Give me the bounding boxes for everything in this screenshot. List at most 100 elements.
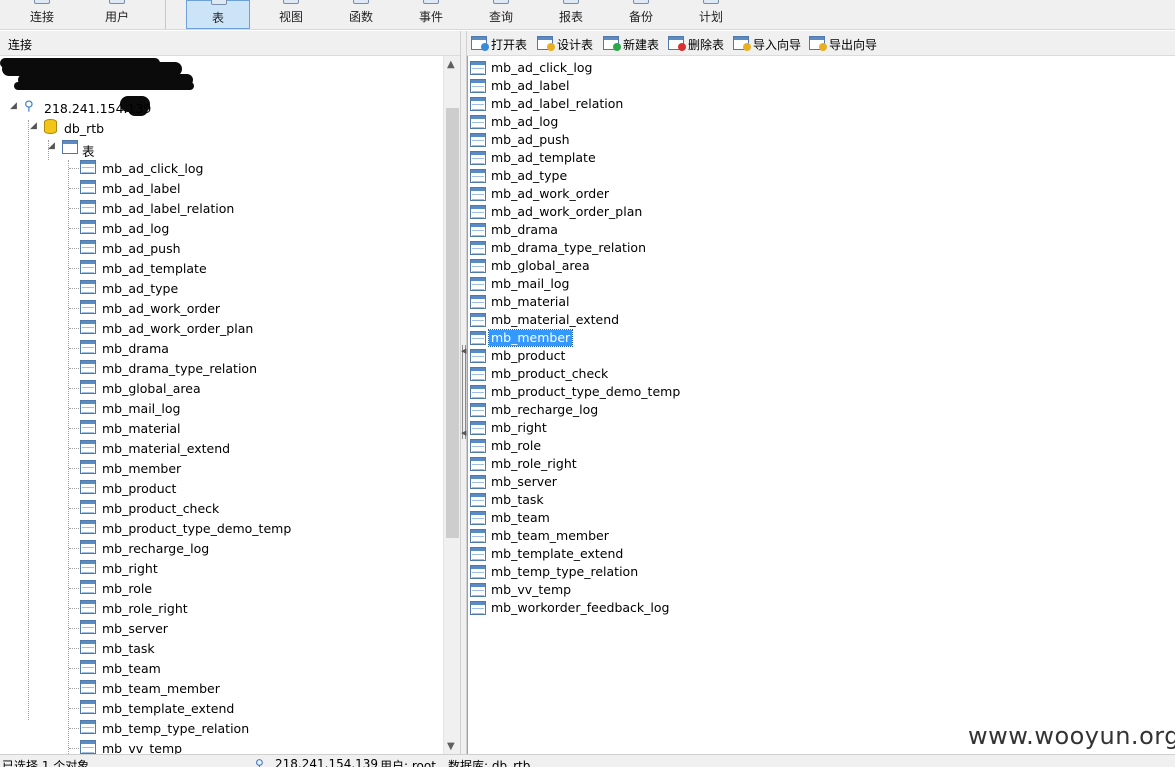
toolbar-button-label: 查询 [488,10,513,24]
tree-connector-line [69,168,79,169]
function-icon [353,0,369,4]
badge-icon [819,43,827,51]
tree-item-label: mb_ad_push [102,241,181,256]
table-icon [470,349,486,363]
splitter-grip[interactable] [462,345,466,439]
tree-item-label: mb_ad_label [102,181,181,196]
collapse-arrow-icon[interactable]: ◢ [30,121,37,131]
tree-connector-line [69,548,79,549]
object-list-item-label: mb_right [491,420,547,435]
object-toolbar-label: 打开表 [491,38,528,52]
table-icon [470,385,486,399]
table-icon [470,331,486,345]
table-icon [80,280,96,294]
collapse-arrow-icon[interactable]: ◢ [10,101,17,111]
toolbar-button-7[interactable]: 报表 [539,0,603,29]
connection-tree[interactable]: ◢ ⚲ 218.241.154.139 ◢ db_rtb ◢ 表 mb_ad_click_lo… [0,56,443,754]
watermark: www.wooyun.org [968,722,1175,750]
toolbar-button-9[interactable]: 计划 [679,0,743,29]
table-icon [80,360,96,374]
tree-connector-line [69,368,79,369]
backup-icon [633,0,649,4]
tree-connector-line [69,188,79,189]
toolbar-button-8[interactable]: 备份 [609,0,673,29]
table-icon [80,440,96,454]
toolbar-button-label: 函数 [348,10,373,24]
table-icon [470,259,486,273]
table-icon [80,640,96,654]
tree-item-label: mb_ad_template [102,261,207,276]
toolbar-button-1[interactable]: 用户 [85,0,149,29]
table-icon [80,500,96,514]
delete-table-icon [668,36,686,51]
object-list-item-label: mb_vv_temp [491,582,572,597]
tree-item-label: mb_temp_type_relation [102,721,250,736]
table-icon [470,277,486,291]
query-icon [493,0,509,4]
tree-connector-line [69,388,79,389]
object-list[interactable]: mb_ad_click_log mb_ad_label mb_ad_label_re… [467,56,1175,754]
object-list-item-label: mb_team_member [491,528,609,543]
table-icon [470,547,486,561]
collapse-arrow-icon[interactable]: ◢ [48,141,55,151]
toolbar-button-4[interactable]: 函数 [329,0,393,29]
view-icon [283,0,299,4]
tree-item-label: mb_vv_temp [102,741,183,754]
object-list-item-label: mb_template_extend [491,546,624,561]
collapse-left-icon[interactable]: ◀ [461,347,466,355]
toolbar-button-label: 事件 [418,10,443,24]
schedule-icon [703,0,719,4]
object-toolbar-label: 设计表 [557,38,594,52]
table-icon [470,205,486,219]
toolbar-button-5[interactable]: 事件 [399,0,463,29]
connection-panel-title: 连接 [8,38,33,52]
tree-connector-line [69,568,79,569]
table-icon [80,380,96,394]
tree-item-label: mb_role_right [102,601,188,616]
toolbar-button-2[interactable]: 表 [186,0,250,29]
redaction-mark [14,82,194,90]
toolbar-button-6[interactable]: 查询 [469,0,533,29]
toolbar-button-label: 用户 [104,10,129,24]
object-list-item-label: mb_recharge_log [491,402,599,417]
status-user: 用户: root [380,759,436,767]
connection-panel-header: 连接 [0,31,461,56]
tree-connector-line [69,208,79,209]
object-list-item-label: mb_product_check [491,366,609,381]
toolbar-button-0[interactable]: 连接 [10,0,74,29]
connection-label: 218.241.154.139 [44,101,152,116]
tree-scrollbar[interactable]: ▲ ▼ [443,56,460,754]
report-icon [563,0,579,4]
scroll-up-icon[interactable]: ▲ [447,59,455,70]
object-list-item-label: mb_ad_type [491,168,568,183]
main-toolbar: 连接 用户 表 视图 函数 事件 查询 报表 备份 计划 [0,0,1175,30]
tree-connector-line [69,468,79,469]
table-icon [470,169,486,183]
collapse-left-icon[interactable]: ◀ [461,429,466,437]
toolbar-button-3[interactable]: 视图 [259,0,323,29]
object-list-item-label: mb_temp_type_relation [491,564,639,579]
object-list-item-label: mb_product [491,348,566,363]
panel-splitter[interactable]: ◀ ◀ [460,31,467,754]
object-list-item-label: mb_drama [491,222,558,237]
object-list-item-label: mb_member [487,329,574,347]
object-list-item-label: mb_material_extend [491,312,620,327]
object-list-item-label: mb_server [491,474,557,489]
object-list-item-label: mb_ad_click_log [491,60,593,75]
object-list-item-label: mb_global_area [491,258,590,273]
table-icon [470,115,486,129]
scroll-down-icon[interactable]: ▼ [447,741,455,752]
tree-item-label: mb_server [102,621,168,636]
object-toolbar-label: 删除表 [688,38,725,52]
scrollbar-thumb[interactable] [446,108,459,538]
badge-icon [743,43,751,51]
tables-folder-label: 表 [82,144,95,159]
object-toolbar: 打开表 设计表 新建表 删除表 导入向导 导出向导 [467,31,1175,56]
object-list-item-label: mb_material [491,294,570,309]
tree-item-label: mb_product_type_demo_temp [102,521,292,536]
table-icon [470,133,486,147]
toolbar-button-label: 计划 [698,10,723,24]
tables-folder-icon [62,140,78,154]
badge-icon [547,43,555,51]
tree-item-label: mb_right [102,561,158,576]
